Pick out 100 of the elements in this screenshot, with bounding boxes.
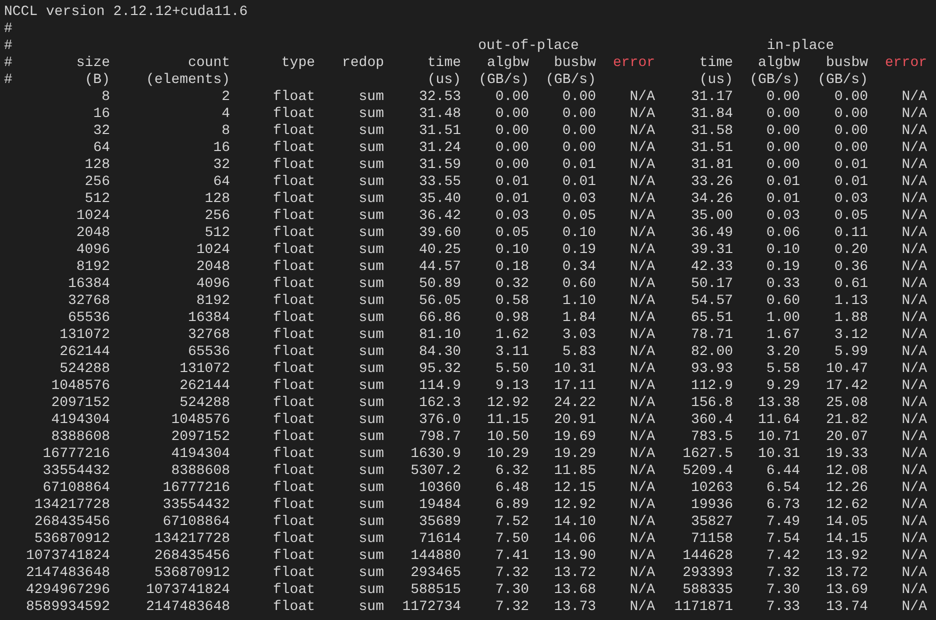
table-cell: 10.50: [486, 429, 529, 446]
table-cell: N/A: [902, 378, 927, 395]
table-cell: 33554432: [162, 497, 230, 514]
table-cell: float: [272, 276, 315, 293]
table-cell: sum: [358, 89, 384, 106]
comment-mark: #: [4, 72, 12, 89]
table-cell: 56.05: [418, 293, 461, 310]
table-cell: 31.24: [418, 140, 461, 157]
table-cell: 19936: [690, 497, 733, 514]
table-cell: N/A: [902, 344, 927, 361]
table-cell: N/A: [630, 208, 655, 225]
table-cell: sum: [358, 293, 384, 310]
table-cell: 3.11: [495, 344, 529, 361]
table-cell: 31.51: [690, 140, 733, 157]
table-cell: 1171871: [674, 599, 733, 616]
table-cell: 39.31: [690, 242, 733, 259]
table-cell: 42.33: [690, 259, 733, 276]
table-cell: float: [272, 463, 315, 480]
table-cell: 0.00: [495, 106, 529, 123]
column-unit: (GB/s): [478, 72, 529, 89]
table-cell: 13.74: [826, 599, 868, 616]
table-cell: 1172734: [402, 599, 461, 616]
table-cell: 7.50: [495, 531, 529, 548]
table-cell: 134217728: [154, 531, 230, 548]
table-cell: 4194304: [51, 412, 110, 429]
table-cell: 10.31: [554, 361, 596, 378]
table-cell: 9.13: [495, 378, 529, 395]
table-cell: 11.64: [758, 412, 800, 429]
table-cell: 10.31: [758, 446, 800, 463]
table-cell: 0.05: [495, 225, 529, 242]
table-cell: 1024: [196, 242, 230, 259]
column-unit: (elements): [146, 72, 230, 89]
table-cell: 12.15: [554, 480, 596, 497]
table-cell: 71158: [690, 531, 733, 548]
table-cell: 32768: [68, 293, 110, 310]
table-cell: 6.44: [766, 463, 800, 480]
table-cell: 14.15: [826, 531, 868, 548]
table-cell: sum: [358, 531, 384, 548]
table-cell: N/A: [630, 259, 655, 276]
column-header: algbw: [758, 55, 800, 72]
table-cell: 7.33: [766, 599, 800, 616]
table-cell: 376.0: [418, 412, 461, 429]
table-cell: float: [272, 344, 315, 361]
table-cell: N/A: [902, 514, 927, 531]
table-cell: 81.10: [418, 327, 461, 344]
table-cell: 162.3: [418, 395, 461, 412]
table-cell: 33554432: [42, 463, 110, 480]
table-cell: sum: [358, 429, 384, 446]
table-cell: 131072: [60, 327, 110, 344]
table-cell: sum: [358, 174, 384, 191]
table-cell: 3.03: [562, 327, 596, 344]
table-cell: 783.5: [690, 429, 733, 446]
table-cell: 293393: [682, 565, 733, 582]
table-cell: N/A: [630, 378, 655, 395]
table-cell: sum: [358, 191, 384, 208]
table-cell: 67108864: [162, 514, 230, 531]
table-cell: N/A: [902, 89, 927, 106]
table-cell: sum: [358, 378, 384, 395]
table-cell: 1.84: [562, 310, 596, 327]
table-cell: 0.00: [562, 89, 596, 106]
table-cell: 0.00: [562, 140, 596, 157]
table-cell: N/A: [902, 497, 927, 514]
table-cell: 524288: [60, 361, 110, 378]
table-cell: N/A: [902, 327, 927, 344]
table-cell: 35.40: [418, 191, 461, 208]
table-cell: 256: [84, 174, 110, 191]
table-cell: float: [272, 123, 315, 140]
table-cell: 144880: [410, 548, 461, 565]
table-cell: 1.13: [834, 293, 868, 310]
table-cell: 12.62: [826, 497, 868, 514]
table-cell: 11.85: [554, 463, 596, 480]
table-cell: 14.10: [554, 514, 596, 531]
table-cell: 16: [213, 140, 230, 157]
table-cell: 13.92: [826, 548, 868, 565]
table-cell: 66.86: [418, 310, 461, 327]
table-cell: 13.38: [758, 395, 800, 412]
table-cell: 0.60: [562, 276, 596, 293]
table-cell: 16: [93, 106, 110, 123]
table-cell: 7.54: [766, 531, 800, 548]
column-header: redop: [342, 55, 384, 72]
table-cell: 262144: [60, 344, 110, 361]
table-cell: 536870912: [34, 531, 110, 548]
table-cell: 128: [204, 191, 230, 208]
table-cell: 0.00: [495, 123, 529, 140]
table-cell: 2048: [76, 225, 110, 242]
table-cell: 44.57: [418, 259, 461, 276]
table-cell: 12.08: [826, 463, 868, 480]
table-cell: float: [272, 174, 315, 191]
table-cell: 0.19: [562, 242, 596, 259]
table-cell: N/A: [630, 344, 655, 361]
group-header: in-place: [766, 38, 834, 55]
table-cell: N/A: [630, 582, 655, 599]
table-cell: 17.11: [554, 378, 596, 395]
table-cell: 10.71: [758, 429, 800, 446]
table-cell: 0.10: [766, 242, 800, 259]
table-cell: sum: [358, 565, 384, 582]
table-cell: N/A: [630, 140, 655, 157]
table-cell: 36.42: [418, 208, 461, 225]
table-cell: N/A: [630, 361, 655, 378]
table-cell: 0.98: [495, 310, 529, 327]
